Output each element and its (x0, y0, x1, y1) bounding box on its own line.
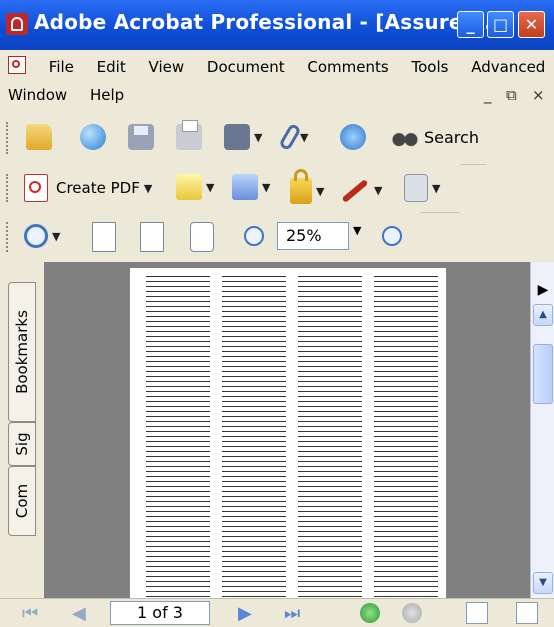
create-pdf-icon (24, 174, 48, 202)
minimize-button[interactable]: _ (457, 11, 484, 38)
navigation-pane: Bookmarks Sig Com (0, 262, 45, 598)
pdf-page[interactable] (130, 268, 446, 598)
scroll-thumb[interactable] (533, 344, 553, 404)
create-pdf-dropdown-icon: ▼ (143, 181, 153, 195)
menu-window[interactable]: Window (8, 86, 67, 104)
email-icon[interactable] (340, 124, 366, 150)
doc-close-button[interactable]: × (532, 86, 545, 104)
file-toolbar: ▼ ▼ Search (0, 112, 486, 165)
search-icon (390, 124, 420, 150)
fit-width-icon[interactable] (190, 222, 214, 252)
menu-tools[interactable]: Tools (412, 58, 449, 76)
save-icon[interactable] (128, 124, 154, 150)
next-page-icon[interactable]: ▶ (238, 603, 252, 624)
create-pdf-label: Create PDF (56, 179, 140, 197)
forms-icon[interactable] (404, 174, 428, 202)
toolbar-grip[interactable] (6, 122, 11, 154)
attach-icon[interactable] (278, 122, 302, 152)
menu-view[interactable]: View (149, 58, 185, 76)
continuous-page-icon[interactable] (516, 602, 538, 624)
scroll-down-button[interactable]: ▼ (533, 572, 553, 594)
toolbar-grip[interactable] (6, 174, 11, 202)
maximize-button[interactable]: □ (487, 11, 514, 38)
window-title: Adobe Acrobat Professional - [Assurex-..… (34, 10, 508, 34)
open-icon[interactable] (26, 124, 52, 150)
document-view[interactable] (44, 262, 530, 598)
forms-dropdown-icon[interactable]: ▼ (432, 182, 440, 195)
tab-signatures[interactable]: Sig (8, 422, 36, 466)
menu-file[interactable]: File (49, 58, 74, 76)
zoom-level-input[interactable]: 25% (277, 222, 349, 250)
comment-icon[interactable] (232, 174, 258, 200)
menu-help[interactable]: Help (90, 86, 124, 104)
go-back-icon[interactable] (360, 603, 380, 623)
doc-minimize-button[interactable]: _ (484, 86, 492, 104)
search-button[interactable]: Search (390, 124, 479, 150)
toolbar-grip[interactable] (6, 222, 11, 252)
menu-document[interactable]: Document (207, 58, 285, 76)
zoom-plus-icon[interactable] (382, 226, 402, 246)
zoom-level-dropdown-icon[interactable]: ▼ (353, 224, 361, 237)
actual-size-icon[interactable] (92, 222, 116, 252)
secure-dropdown-icon[interactable]: ▼ (316, 185, 324, 198)
review-icon[interactable] (176, 174, 202, 200)
scan-icon[interactable] (224, 124, 250, 150)
zoom-tool-dropdown-icon[interactable]: ▼ (52, 230, 60, 243)
single-page-icon[interactable] (466, 602, 488, 624)
doc-restore-button[interactable]: ⧉ (506, 86, 517, 104)
fit-page-icon[interactable] (140, 222, 164, 252)
text-column (374, 274, 438, 598)
first-page-icon[interactable]: ⏮ (22, 603, 38, 624)
tab-comments[interactable]: Com (8, 466, 36, 536)
print-icon[interactable] (176, 120, 202, 150)
review-dropdown-icon[interactable]: ▼ (206, 181, 214, 194)
search-label: Search (424, 127, 479, 147)
text-column (222, 274, 286, 598)
create-pdf-button[interactable]: Create PDF ▼ (24, 174, 152, 202)
tab-bookmarks[interactable]: Bookmarks (8, 282, 36, 422)
sign-dropdown-icon[interactable]: ▼ (374, 184, 382, 197)
vertical-scrollbar[interactable]: ▶ ▲ ▼ (530, 262, 554, 598)
scan-dropdown-icon[interactable]: ▼ (254, 131, 262, 144)
acrobat-app-icon (6, 13, 28, 35)
zoom-toolbar: ▼ (0, 212, 420, 263)
attach-dropdown-icon[interactable]: ▼ (300, 131, 308, 144)
zoom-out-icon[interactable] (244, 226, 264, 246)
menu-comments[interactable]: Comments (307, 58, 388, 76)
go-forward-icon[interactable] (402, 603, 422, 623)
text-column (146, 274, 210, 598)
page-number-field[interactable]: 1 of 3 (110, 601, 210, 625)
comment-dropdown-icon[interactable]: ▼ (262, 181, 270, 194)
menu-edit[interactable]: Edit (97, 58, 126, 76)
document-icon (8, 56, 26, 74)
previous-page-icon[interactable]: ◀ (72, 603, 86, 624)
tasks-toolbar: Create PDF ▼ ▼ ▼ ▼ ▼ ▼ (0, 164, 460, 213)
zoom-in-icon[interactable] (24, 224, 48, 248)
secure-icon[interactable] (290, 169, 312, 204)
menu-bar: File Edit View Document Comments Tools A… (0, 50, 554, 110)
menu-advanced[interactable]: Advanced (471, 58, 545, 76)
title-bar: Adobe Acrobat Professional - [Assurex-..… (0, 0, 554, 50)
sign-icon[interactable] (341, 178, 369, 203)
organizer-icon[interactable] (80, 124, 106, 150)
scroll-up-button[interactable]: ▲ (533, 304, 553, 326)
last-page-icon[interactable]: ⏭ (284, 603, 300, 624)
panel-arrow-icon[interactable]: ▶ (533, 280, 553, 302)
text-column (298, 274, 362, 598)
close-button[interactable]: ✕ (518, 11, 545, 38)
